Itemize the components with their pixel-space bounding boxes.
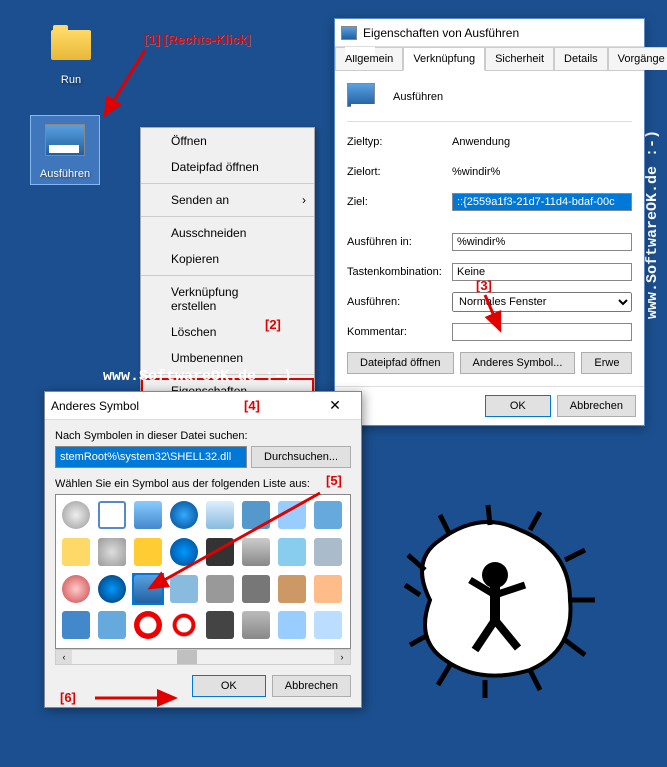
desktop-icon-label: Run: [36, 74, 106, 86]
kommentar-input[interactable]: [452, 323, 632, 341]
tab-details[interactable]: Details: [554, 47, 608, 70]
tab-verknupfung[interactable]: Verknüpfung: [403, 47, 485, 71]
window-icon: [341, 26, 357, 40]
ausfuhren-label: Ausführen:: [347, 296, 452, 308]
desktop-icon-label: Ausführen: [31, 168, 99, 180]
zieltyp-value: Anwendung: [452, 136, 632, 148]
menu-open[interactable]: Öffnen: [141, 128, 314, 154]
annotation-1: [1] [Rechts-Klick]: [144, 32, 251, 47]
panel: Ausführen Zieltyp:Anwendung Zielort:%win…: [335, 70, 644, 386]
menu-create-shortcut[interactable]: Verknüpfung erstellen: [141, 279, 314, 319]
zielort-label: Zielort:: [347, 166, 452, 178]
anderes-symbol-button[interactable]: Anderes Symbol...: [460, 352, 576, 374]
ziel-label: Ziel:: [347, 196, 452, 208]
menu-cut[interactable]: Ausschneiden: [141, 220, 314, 246]
icon-dialog: Anderes Symbol ✕ Nach Symbolen in dieser…: [44, 391, 362, 708]
browse-button[interactable]: Durchsuchen...: [251, 446, 351, 468]
icon-grid[interactable]: [55, 494, 351, 649]
icon-dialog-titlebar[interactable]: Anderes Symbol ✕: [45, 392, 361, 420]
ausfuhren-in-input[interactable]: [452, 233, 632, 251]
ausfuhren-select[interactable]: Normales Fenster: [452, 292, 632, 312]
dateipfad-button[interactable]: Dateipfad öffnen: [347, 352, 454, 374]
shortcut-name: Ausführen: [393, 91, 443, 103]
kommentar-label: Kommentar:: [347, 326, 452, 338]
window-title: Eigenschaften von Ausführen: [363, 26, 519, 40]
folder-icon: [51, 30, 91, 60]
ok-button[interactable]: OK: [485, 395, 551, 417]
scroll-left[interactable]: ‹: [56, 650, 72, 664]
tab-sicherheit[interactable]: Sicherheit: [485, 47, 554, 70]
close-button[interactable]: ✕: [315, 397, 355, 414]
icon-dialog-title: Anderes Symbol: [51, 399, 139, 413]
icon-abbrechen-button[interactable]: Abbrechen: [272, 675, 351, 697]
scroll-thumb[interactable]: [177, 650, 197, 664]
abbrechen-button[interactable]: Abbrechen: [557, 395, 636, 417]
tabs: Allgemein Verknüpfung Sicherheit Details…: [335, 47, 644, 70]
menu-send-to[interactable]: Senden an›: [141, 187, 314, 213]
url-text-1: www.SoftwareOK.de :-): [103, 368, 292, 385]
run-folder[interactable]: Run: [36, 22, 106, 86]
tastenkombination-input[interactable]: [452, 263, 632, 281]
list-label: Wählen Sie ein Symbol aus der folgenden …: [55, 478, 351, 490]
ziel-input[interactable]: [452, 193, 632, 211]
icon-ok-button[interactable]: OK: [192, 675, 266, 697]
search-label: Nach Symbolen in dieser Datei suchen:: [55, 430, 351, 442]
chevron-right-icon: ›: [302, 193, 306, 207]
titlebar[interactable]: Eigenschaften von Ausführen: [335, 19, 644, 47]
context-menu: Öffnen Dateipfad öffnen Senden an› Aussc…: [140, 127, 315, 405]
menu-open-file-location[interactable]: Dateipfad öffnen: [141, 154, 314, 180]
run-icon: [347, 83, 375, 107]
run-icon: [45, 124, 85, 156]
url-text-2: www.SoftwareOK.de :-): [644, 130, 661, 319]
ausfuhren-shortcut[interactable]: Ausführen: [30, 115, 100, 185]
zieltyp-label: Zieltyp:: [347, 136, 452, 148]
properties-window: Eigenschaften von Ausführen Allgemein Ve…: [334, 18, 645, 426]
icon-scrollbar[interactable]: ‹ ›: [55, 649, 351, 665]
ausfuhren-in-label: Ausführen in:: [347, 236, 452, 248]
menu-copy[interactable]: Kopieren: [141, 246, 314, 272]
menu-delete[interactable]: Löschen: [141, 319, 314, 345]
icon-path-input[interactable]: [55, 446, 247, 468]
tab-vorgange[interactable]: Vorgänge: [608, 47, 667, 70]
splash-figure: [400, 500, 600, 700]
selected-icon[interactable]: [132, 573, 164, 605]
zielort-value: %windir%: [452, 166, 632, 178]
scroll-right[interactable]: ›: [334, 650, 350, 664]
tastenkombination-label: Tastenkombination:: [347, 266, 452, 278]
erweitert-button[interactable]: Erwe: [581, 352, 632, 374]
